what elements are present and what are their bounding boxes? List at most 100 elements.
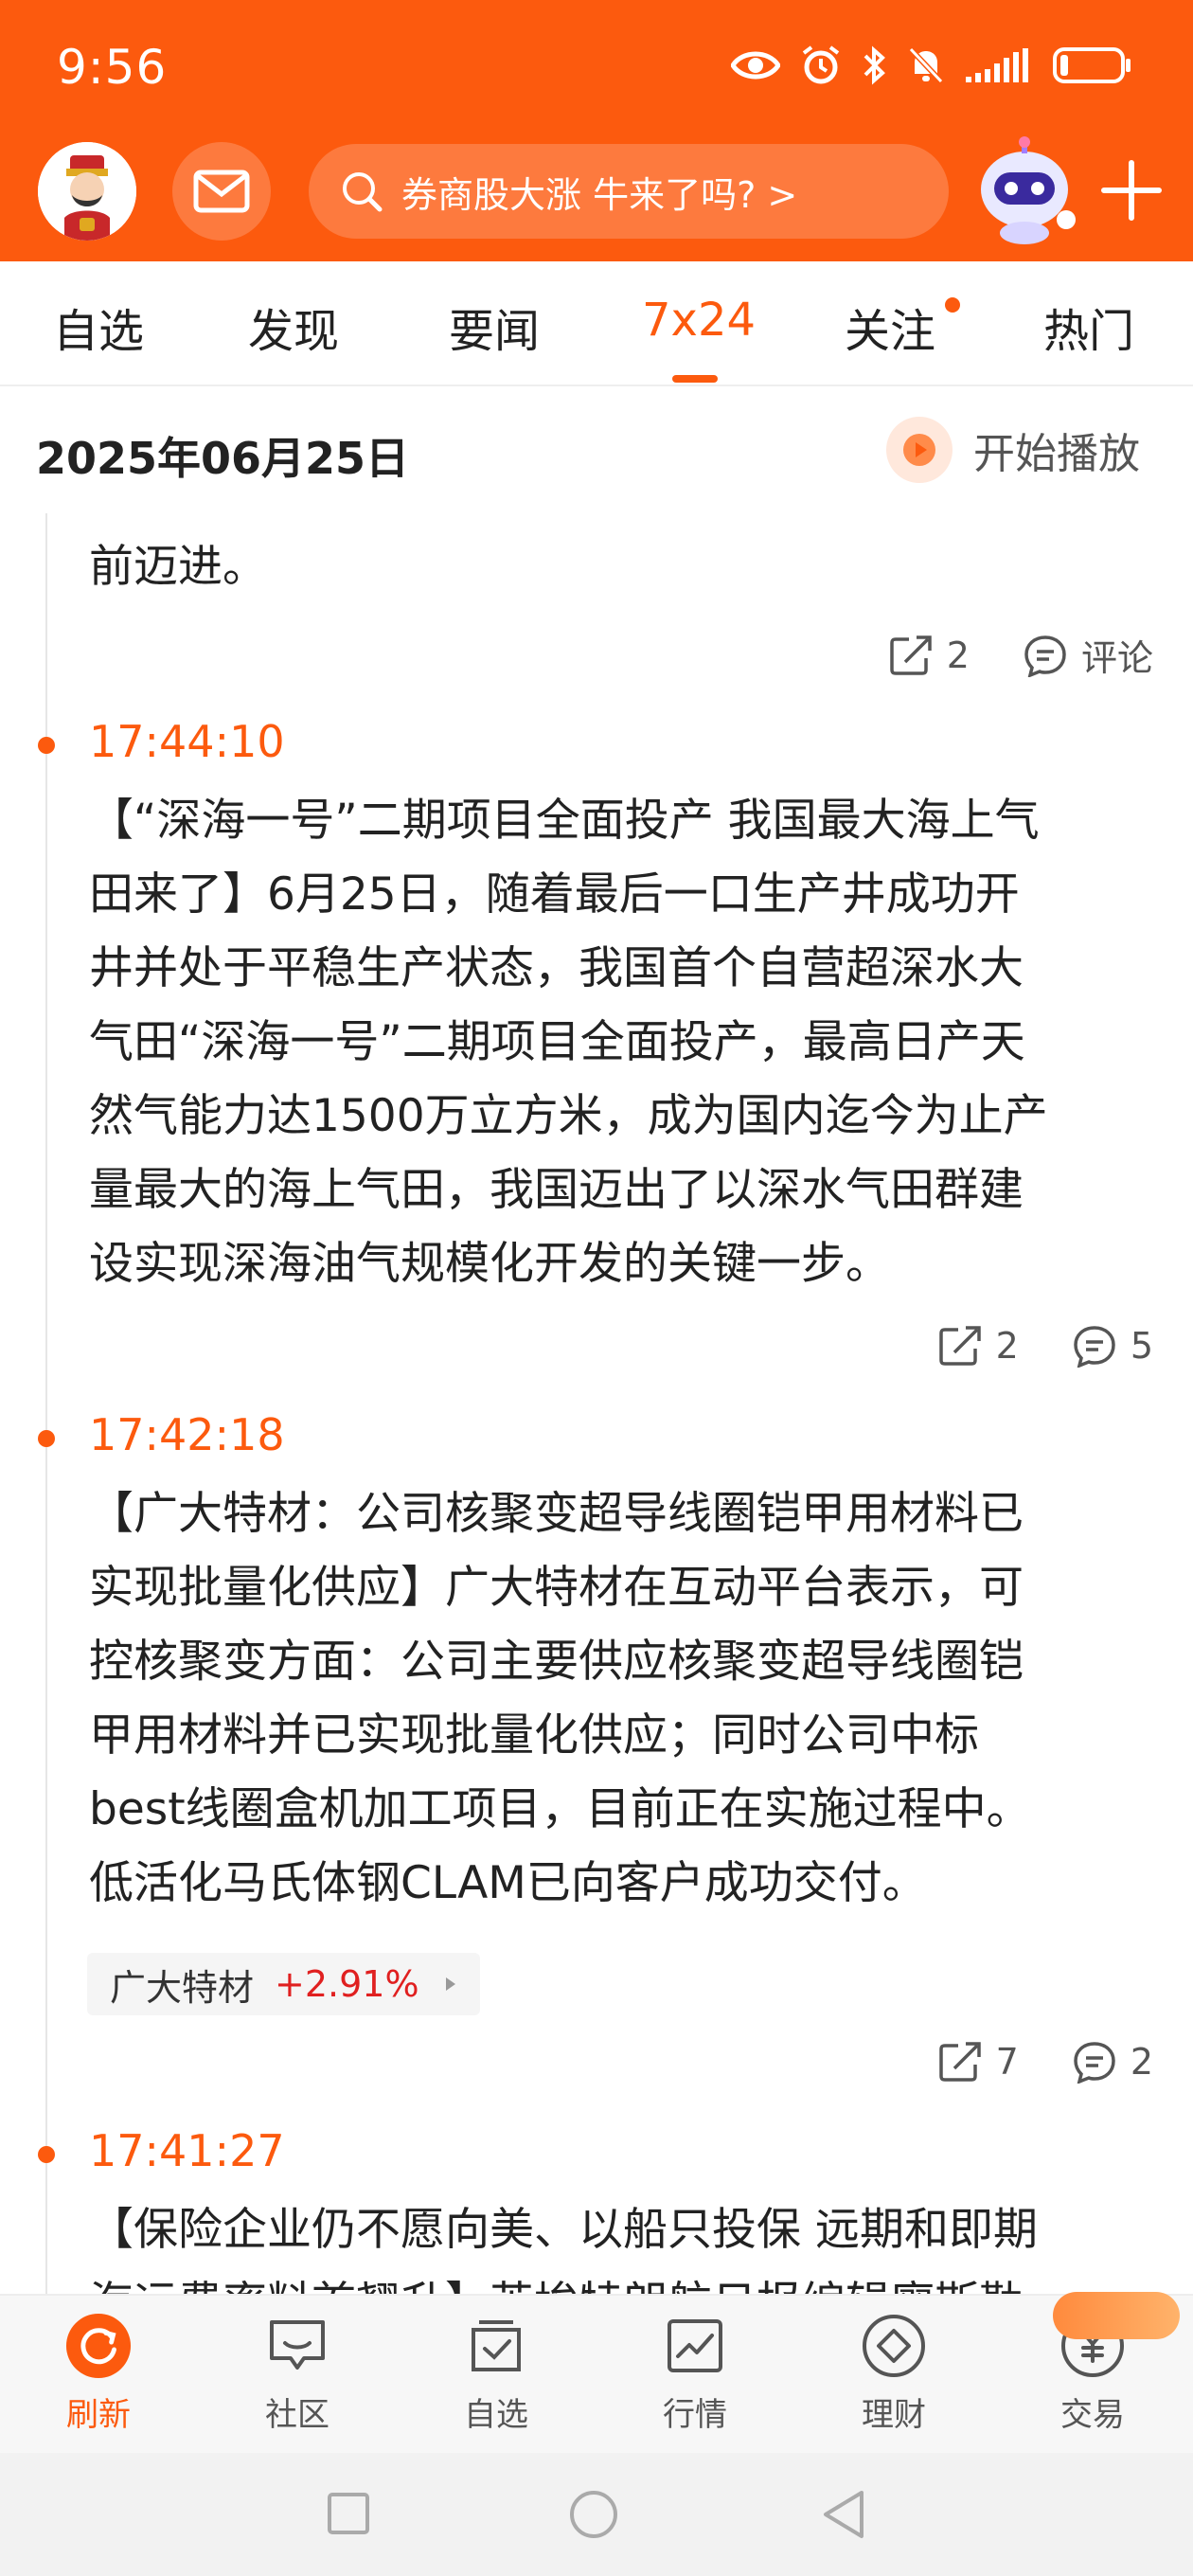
date-row: 2025年06月25日 开始播放	[0, 388, 1193, 513]
tab-headlines[interactable]: 要闻	[449, 294, 540, 360]
search-placeholder: 券商股大涨 牛来了吗? >	[401, 173, 798, 216]
caret-right-icon	[445, 1977, 455, 1991]
add-icon[interactable]	[1098, 157, 1165, 224]
tab-discover[interactable]: 发现	[248, 294, 339, 360]
comment-button[interactable]: 2	[1072, 2040, 1153, 2084]
chart-icon	[662, 2313, 728, 2379]
floating-badge[interactable]	[1053, 2292, 1180, 2339]
status-icons	[731, 45, 1132, 85]
news-line: 田来了】6月25日，随着最后一口生产井成功开	[89, 868, 1020, 921]
alarm-icon	[802, 45, 840, 84]
share-icon	[890, 635, 932, 675]
feed-date: 2025年06月25日	[36, 433, 410, 484]
nav-wealth[interactable]: 理财	[828, 2313, 960, 2435]
recents-icon[interactable]	[326, 2491, 371, 2536]
tab-hot[interactable]: 热门	[1043, 294, 1134, 360]
news-line: 控核聚变方面：公司主要供应核聚变超导线圈铠	[89, 1636, 1024, 1688]
nav-label: 理财	[862, 2396, 926, 2434]
share-button[interactable]: 7	[937, 2040, 1019, 2084]
nav-market[interactable]: 行情	[629, 2313, 761, 2435]
timeline-dot	[38, 1430, 55, 1447]
timeline-dot	[38, 2146, 55, 2163]
mute-icon	[908, 46, 944, 84]
news-line: 甲用材料并已实现批量化供应；同时公司中标	[89, 1709, 979, 1762]
news-body-partial: 前迈进。	[89, 541, 267, 593]
news-actions: 2 评论	[888, 629, 1153, 681]
bluetooth-icon	[864, 45, 885, 85]
comment-button[interactable]: 评论	[1023, 629, 1153, 681]
back-icon[interactable]	[820, 2489, 867, 2540]
comment-icon	[1074, 1326, 1115, 1368]
home-icon[interactable]	[568, 2489, 619, 2540]
nav-label: 自选	[464, 2396, 528, 2434]
status-time: 9:56	[57, 40, 168, 95]
news-actions: 2 5	[937, 1324, 1153, 1368]
news-body: 【“深海一号”二期项目全面投产 我国最大海上气 田来了】6月25日，随着最后一口…	[89, 784, 1140, 1301]
header-row: 券商股大涨 牛来了吗? >	[0, 136, 1193, 244]
refresh-icon	[65, 2313, 132, 2379]
following-unread-dot	[945, 297, 960, 313]
nav-label: 刷新	[66, 2396, 131, 2434]
nav-watchlist[interactable]: 自选	[430, 2313, 562, 2435]
top-header: 9:56 券商股大涨 牛来了吗? >	[0, 0, 1193, 261]
comment-icon	[1074, 2042, 1115, 2084]
timeline-dot	[38, 737, 55, 754]
news-line: 气田“深海一号”二期项目全面投产，最高日产天	[89, 1016, 1025, 1068]
news-line: 低活化马氏体钢CLAM已向客户成功交付。	[89, 1857, 927, 1909]
signal-icon	[966, 48, 1028, 82]
comment-icon	[1024, 635, 1066, 677]
system-nav-bar	[0, 2453, 1193, 2576]
nav-community[interactable]: 社区	[231, 2313, 364, 2435]
play-label: 开始播放	[973, 430, 1140, 478]
news-line: 然气能力达1500万立方米，成为国内迄今为止产	[89, 1090, 1048, 1142]
share-count: 2	[995, 1325, 1019, 1367]
mail-icon	[193, 170, 250, 213]
news-line: 设实现深海油气规模化开发的关键一步。	[89, 1238, 890, 1290]
news-time: 17:41:27	[89, 2125, 285, 2176]
tab-watchlist[interactable]: 自选	[53, 294, 144, 360]
checkbox-icon	[463, 2313, 529, 2379]
tab-following[interactable]: 关注	[845, 294, 935, 360]
news-line: 井并处于平稳生产状态，我国首个自营超深水大	[89, 942, 1024, 994]
news-body: 【广大特材：公司核聚变超导线圈铠甲用材料已 实现批量化供应】广大特材在互动平台表…	[89, 1477, 1140, 1921]
share-icon	[938, 2042, 981, 2082]
news-line: 实现批量化供应】广大特材在互动平台表示，可	[89, 1562, 1024, 1614]
nav-refresh[interactable]: 刷新	[32, 2313, 165, 2435]
robot-mascot-icon[interactable]	[968, 134, 1081, 248]
battery-icon	[1053, 47, 1131, 83]
comment-count: 5	[1130, 1325, 1153, 1367]
share-count: 2	[946, 634, 970, 676]
stock-change: +2.91%	[275, 1963, 419, 2005]
share-button[interactable]: 2	[888, 634, 970, 677]
bottom-nav: 刷新 社区 自选 行情 理财 交易	[0, 2294, 1193, 2453]
share-icon	[938, 1326, 981, 1366]
news-line: 【保险企业仍不愿向美、以船只投保 远期和即期	[89, 2204, 1038, 2256]
tab-bar: 自选 发现 要闻 7x24 关注 热门	[0, 261, 1193, 386]
comment-count: 2	[1130, 2041, 1153, 2083]
news-line: 【“深海一号”二期项目全面投产 我国最大海上气	[89, 795, 1040, 847]
search-icon	[341, 170, 383, 212]
play-icon	[886, 417, 953, 483]
share-button[interactable]: 2	[937, 1324, 1019, 1368]
chat-icon	[264, 2313, 330, 2379]
nav-label: 社区	[265, 2396, 329, 2434]
stock-tag[interactable]: 广大特材 +2.91%	[87, 1953, 480, 2015]
news-line: 海运费率料首翘升】英埃特朗航日报编辑廖斯勒	[89, 2267, 1140, 2294]
avatar[interactable]	[38, 142, 136, 241]
news-line: 【广大特材：公司核聚变超导线圈铠甲用材料已	[89, 1488, 1024, 1540]
news-line: best线圈盒机加工项目，目前正在实施过程中。	[89, 1783, 1031, 1835]
active-tab-indicator	[672, 375, 718, 383]
news-actions: 7 2	[937, 2040, 1153, 2084]
news-time: 17:42:18	[89, 1409, 285, 1460]
comment-button[interactable]: 5	[1072, 1324, 1153, 1368]
start-play-button[interactable]: 开始播放	[886, 417, 1140, 483]
tab-7x24[interactable]: 7x24	[642, 294, 756, 347]
search-bar[interactable]: 券商股大涨 牛来了吗? >	[309, 144, 949, 239]
comment-label: 评论	[1080, 637, 1153, 679]
news-feed: 前迈进。 2 评论 17:44:10 【“深海一号”二期项目全面投产 我国最大海…	[0, 513, 1193, 2294]
mail-button[interactable]	[172, 142, 271, 241]
diamond-icon	[861, 2313, 927, 2379]
nav-label: 交易	[1060, 2396, 1125, 2434]
eye-icon	[731, 51, 780, 80]
stock-name: 广大特材	[110, 1966, 255, 2009]
